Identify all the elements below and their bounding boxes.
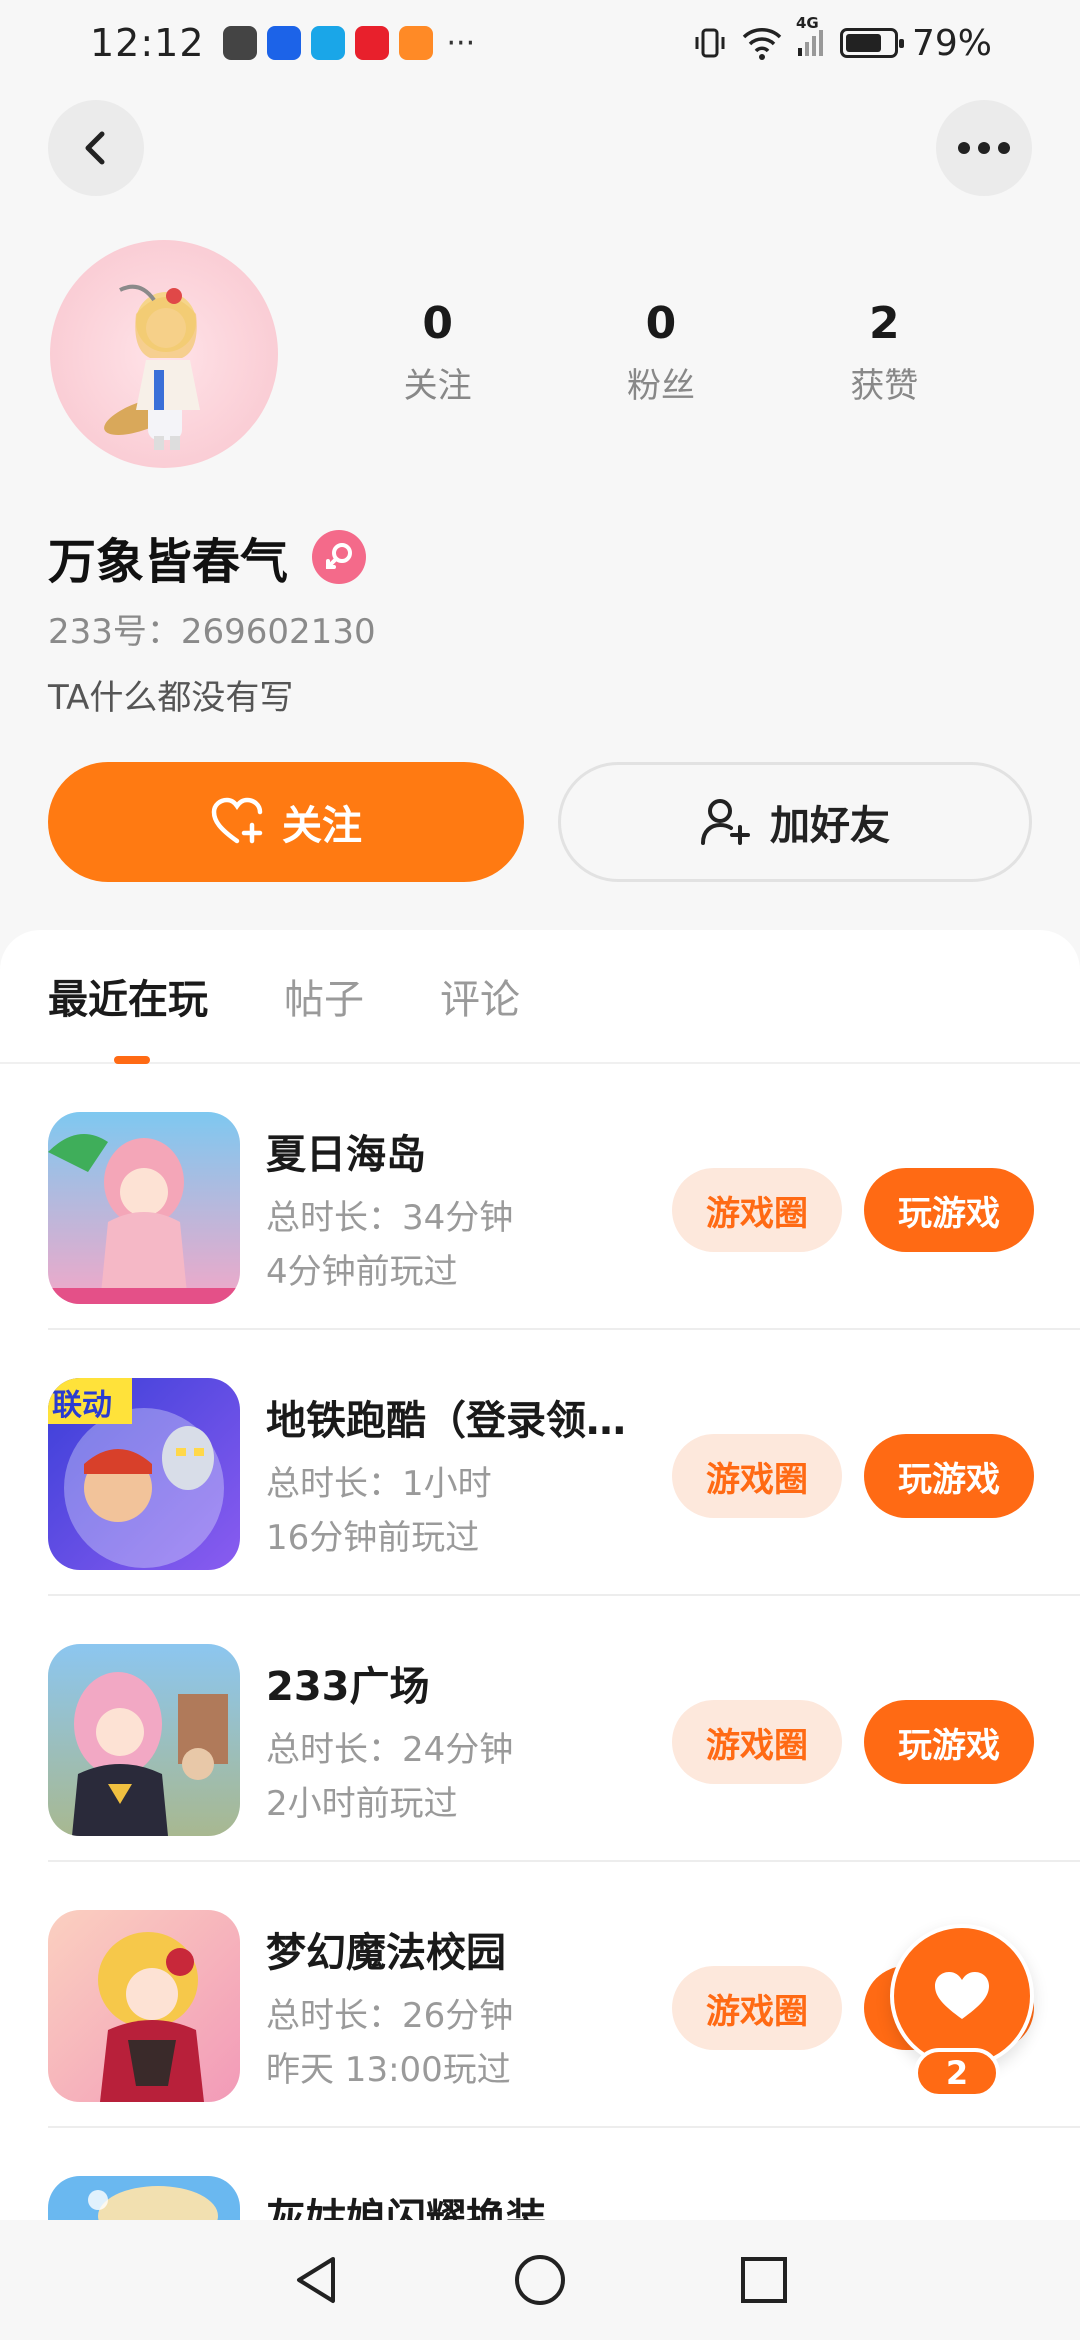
heart-icon xyxy=(935,1972,989,2019)
followers-stat[interactable]: 0 粉丝 xyxy=(549,298,772,407)
game-duration: 总时长：34分钟 xyxy=(266,1198,514,1238)
signal-icon xyxy=(797,30,823,56)
game-row[interactable]: 联动 地铁跑酷（登录领… 总时长：1小时 16分钟前玩过 游戏圈 玩游戏 xyxy=(48,1330,1080,1596)
game-title: 梦幻魔法校园 xyxy=(266,1930,506,1976)
more-icon xyxy=(958,142,1010,154)
system-nav-bar xyxy=(0,2220,1080,2340)
game-thumbnail[interactable] xyxy=(48,1910,240,2102)
notification-icons xyxy=(222,26,433,60)
game-last-played: 4分钟前玩过 xyxy=(266,1252,458,1292)
username: 万象皆春气 xyxy=(48,534,289,590)
game-row[interactable]: 夏日海岛 总时长：34分钟 4分钟前玩过 游戏圈 玩游戏 xyxy=(48,1064,1080,1330)
tab-bar: 最近在玩 帖子 评论 xyxy=(0,930,1080,1064)
game-duration: 总时长：26分钟 xyxy=(266,1996,514,2036)
game-title: 灰姑娘闪耀换装 xyxy=(266,2196,546,2220)
search-app-icon xyxy=(310,26,345,60)
username-row: 万象皆春气 xyxy=(48,522,367,592)
user-id: 233号：269602130 xyxy=(48,612,376,652)
play-app-icon xyxy=(398,26,433,60)
play-game-button[interactable]: 玩游戏 xyxy=(864,1700,1034,1784)
wifi-icon xyxy=(742,28,782,60)
nav-home-icon[interactable] xyxy=(513,2253,567,2307)
nav-back-icon[interactable] xyxy=(289,2253,343,2307)
back-icon xyxy=(85,131,105,165)
game-thumbnail-image xyxy=(48,1910,240,2102)
add-friend-label: 加好友 xyxy=(770,803,890,849)
tab-comments[interactable]: 评论 xyxy=(440,967,520,1025)
battery-percent: 79% xyxy=(911,22,992,64)
network-type: 4G xyxy=(795,14,819,32)
system-status: 4G 79% xyxy=(692,14,992,64)
avatar[interactable] xyxy=(50,240,278,468)
game-row[interactable]: 233广场 总时长：24分钟 2小时前玩过 游戏圈 玩游戏 xyxy=(48,1596,1080,1862)
tab-recently-played[interactable]: 最近在玩 xyxy=(48,967,208,1025)
game-last-played: 2小时前玩过 xyxy=(266,1784,458,1824)
following-stat[interactable]: 0 关注 xyxy=(326,298,549,407)
more-notifications-indicator: ··· xyxy=(446,25,476,61)
game-circle-button[interactable]: 游戏圈 xyxy=(672,1700,842,1784)
game-thumbnail[interactable] xyxy=(48,1112,240,1304)
game-last-played: 昨天 13:00玩过 xyxy=(266,2050,511,2090)
following-label: 关注 xyxy=(403,366,472,407)
game-row[interactable]: 灰姑娘闪耀换装 xyxy=(48,2128,1080,2220)
bio: TA什么都没有写 xyxy=(48,678,294,718)
avatar-character-image xyxy=(104,284,200,450)
follow-button[interactable]: 关注 xyxy=(48,762,524,882)
likes-stat[interactable]: 2 获赞 xyxy=(773,298,996,407)
active-tab-indicator xyxy=(114,1056,150,1064)
following-count: 0 xyxy=(422,298,453,349)
battery-icon xyxy=(839,28,904,58)
game-thumbnail-image xyxy=(48,1644,240,1836)
heart-plus-icon xyxy=(211,797,263,844)
likes-label: 获赞 xyxy=(850,366,919,407)
female-icon xyxy=(326,543,353,569)
game-title: 233广场 xyxy=(266,1664,430,1710)
floating-like-button[interactable] xyxy=(890,1924,1034,2068)
heart-app-icon xyxy=(354,26,389,60)
game-circle-button[interactable]: 游戏圈 xyxy=(672,1168,842,1252)
tab-posts[interactable]: 帖子 xyxy=(284,967,364,1025)
nav-recent-icon[interactable] xyxy=(737,2253,791,2307)
game-thumbnail[interactable] xyxy=(48,2176,240,2220)
likes-count: 2 xyxy=(869,298,900,349)
add-friend-button[interactable]: 加好友 xyxy=(558,762,1032,882)
huawei-app-icon xyxy=(222,26,257,60)
user-plus-icon xyxy=(701,799,750,845)
clock: 12:12 xyxy=(90,21,205,65)
battery-fill xyxy=(845,34,882,52)
followers-count: 0 xyxy=(645,298,677,349)
follow-label: 关注 xyxy=(282,803,362,849)
vibrate-icon xyxy=(695,28,725,58)
game-thumbnail-image xyxy=(48,2176,240,2220)
game-last-played: 16分钟前玩过 xyxy=(266,1518,480,1558)
game-circle-button[interactable]: 游戏圈 xyxy=(672,1434,842,1518)
thumb-badge: 联动 xyxy=(52,1388,112,1423)
bulb-app-icon xyxy=(266,26,301,60)
game-title: 夏日海岛 xyxy=(266,1132,426,1178)
play-game-button[interactable]: 玩游戏 xyxy=(864,1434,1034,1518)
signal-indicator: 4G xyxy=(796,14,826,58)
gender-female-badge xyxy=(312,530,367,584)
profile-stats: 0 关注 0 粉丝 2 获赞 xyxy=(326,298,996,407)
status-bar: 12:12 ··· 4G 79% xyxy=(0,0,1080,86)
game-circle-button[interactable]: 游戏圈 xyxy=(672,1966,842,2050)
game-thumbnail[interactable] xyxy=(48,1644,240,1836)
game-title: 地铁跑酷（登录领… xyxy=(266,1398,626,1444)
game-thumbnail[interactable]: 联动 xyxy=(48,1378,240,1570)
game-duration: 总时长：1小时 xyxy=(266,1464,492,1504)
back-button[interactable] xyxy=(48,100,144,196)
like-count-badge: 2 xyxy=(914,2048,1000,2098)
followers-label: 粉丝 xyxy=(626,366,695,407)
game-duration: 总时长：24分钟 xyxy=(266,1730,514,1770)
game-thumbnail-image xyxy=(48,1112,240,1304)
play-game-button[interactable]: 玩游戏 xyxy=(864,1168,1034,1252)
more-button[interactable] xyxy=(936,100,1032,196)
